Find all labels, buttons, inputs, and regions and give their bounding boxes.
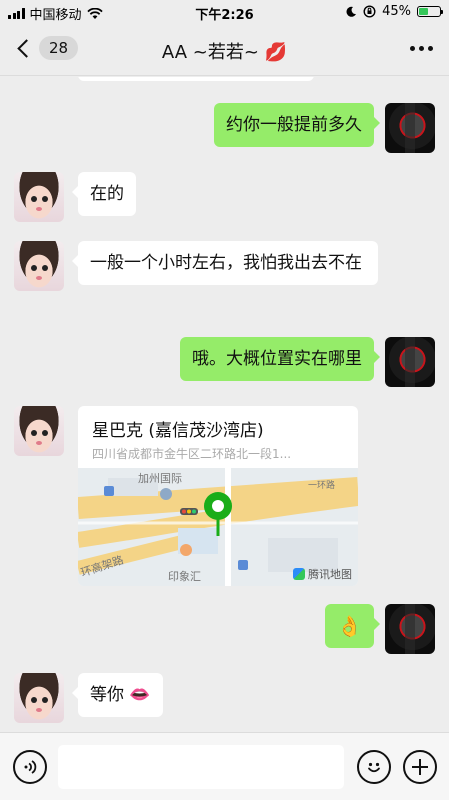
message-bubble-incoming[interactable]: 在的 [72,172,136,216]
map-label: 一环路 [308,481,336,491]
status-right: 45% [345,4,443,19]
message-bubble-incoming[interactable]: 等你 👄 [72,673,163,717]
battery-fill [419,8,428,15]
contact-avatar[interactable] [14,673,64,723]
location-address: 四川省成都市金牛区二环路北一段1... [92,447,292,461]
contact-avatar[interactable] [14,406,64,456]
map-label: 印象汇 [168,570,201,583]
emoji-button[interactable] [357,750,391,784]
chat-title: AA ~若若~ 💋 [161,42,288,63]
moon-icon [346,6,357,17]
voice-icon [24,760,37,774]
contact-avatar[interactable] [14,172,64,222]
message-bubble-incoming[interactable]: 一般一个小时左右，我怕我出去不在 [72,241,378,285]
battery-percent: 45% [382,4,411,19]
plus-button[interactable] [403,750,437,784]
voice-button[interactable] [13,750,47,784]
message-bubble-outgoing[interactable]: 约你一般提前多久 [214,103,380,147]
my-avatar[interactable] [385,103,435,153]
my-avatar[interactable] [385,604,435,654]
location-name: 星巴克 (嘉信茂沙湾店) [92,421,264,441]
input-bar [0,732,449,800]
message-bubble-outgoing[interactable]: 哦。大概位置实在哪里 [180,337,380,381]
message-input[interactable] [58,745,344,789]
status-bar: 中国移动 下午2:26 45% [0,0,449,26]
previous-message-bubble[interactable] [78,77,314,81]
map-label: 加州国际 [138,472,182,485]
map-brand-label: 腾讯地图 [308,568,352,581]
emoji-icon [368,762,380,773]
chat-messages: 约你一般提前多久 在的 一般一个小时左右，我怕我出去不在 哦。大概位置实在哪里 … [0,77,449,732]
more-dots-icon [410,46,415,51]
location-map[interactable]: 加州国际 环高架路 印象汇 一环路 腾讯地图 [78,468,358,586]
nav-bar: 28 AA ~若若~ 💋 [0,26,449,76]
battery-icon [417,6,443,17]
map-brand: 腾讯地图 [293,566,352,582]
orientation-lock-icon [363,5,376,18]
location-card[interactable]: 星巴克 (嘉信茂沙湾店) 四川省成都市金牛区二环路北一段1... 加州国际 环高… [78,406,358,586]
more-button[interactable] [410,46,433,51]
my-avatar[interactable] [385,337,435,387]
tencent-map-logo-icon [293,568,305,580]
message-bubble-outgoing[interactable]: 👌 [325,604,380,648]
contact-avatar[interactable] [14,241,64,291]
